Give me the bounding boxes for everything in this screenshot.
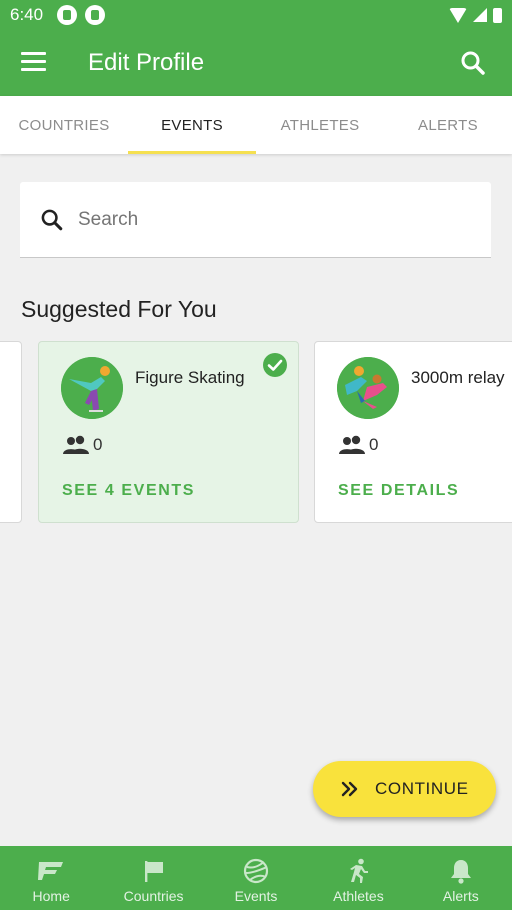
nav-countries-label: Countries <box>123 888 184 904</box>
nav-countries[interactable]: Countries <box>102 846 204 910</box>
app-notification-icon-2 <box>85 5 106 25</box>
page-title: Edit Profile <box>88 49 205 76</box>
status-bar: 6:40 <box>0 0 512 30</box>
nav-alerts-label: Alerts <box>442 888 479 904</box>
search-icon <box>41 209 63 230</box>
search-input[interactable] <box>78 208 458 231</box>
nav-alerts[interactable]: Alerts <box>410 846 512 910</box>
follower-count: 0 <box>337 434 378 456</box>
app-bar: Edit Profile <box>0 30 512 96</box>
speed-skating-icon <box>337 357 399 419</box>
wifi-icon <box>449 7 467 23</box>
double-chevron-right-icon <box>341 781 358 797</box>
figure-skating-icon <box>61 357 123 419</box>
continue-button[interactable]: CONTINUE <box>313 761 496 817</box>
app-notification-icon <box>57 5 78 25</box>
tab-countries[interactable]: COUNTRIES <box>0 96 128 154</box>
card-previous-partial[interactable] <box>0 341 22 523</box>
nav-events-label: Events <box>234 888 278 904</box>
bell-icon <box>450 860 471 884</box>
people-icon <box>63 435 89 454</box>
check-circle-icon <box>263 353 287 377</box>
tab-bar: COUNTRIES EVENTS ATHLETES ALERTS <box>0 96 512 154</box>
status-icons <box>449 7 502 23</box>
ball-icon <box>243 858 269 884</box>
event-card-figure-skating[interactable]: Figure Skating 0 SEE 4 EVENTS <box>38 341 299 523</box>
event-card-3000m-relay[interactable]: 3000m relay 0 SEE DETAILS <box>314 341 512 523</box>
nav-events[interactable]: Events <box>205 846 307 910</box>
nav-athletes-label: Athletes <box>333 888 384 904</box>
continue-label: CONTINUE <box>375 779 469 798</box>
nav-home[interactable]: Home <box>0 846 102 910</box>
see-events-button[interactable]: SEE 4 EVENTS <box>62 482 195 500</box>
tab-alerts[interactable]: ALERTS <box>384 96 512 154</box>
people-icon <box>339 435 365 454</box>
see-details-button[interactable]: SEE DETAILS <box>338 482 459 500</box>
search-field[interactable] <box>20 182 491 258</box>
flag-icon <box>144 861 163 882</box>
hamburger-menu-icon[interactable] <box>21 52 46 72</box>
nav-home-label: Home <box>32 888 70 904</box>
tab-athletes[interactable]: ATHLETES <box>256 96 384 154</box>
follower-count: 0 <box>61 434 102 456</box>
runner-icon <box>350 858 369 883</box>
follower-count-value: 0 <box>369 435 379 454</box>
bottom-navigation: Home Countries Events Athletes Alerts <box>0 846 512 910</box>
card-title: Figure Skating <box>135 368 245 387</box>
search-icon[interactable] <box>458 48 488 78</box>
nav-athletes[interactable]: Athletes <box>307 846 409 910</box>
signal-icon <box>473 8 487 22</box>
status-time: 6:40 <box>10 5 44 24</box>
section-title: Suggested For You <box>21 296 217 322</box>
home-logo-icon <box>38 862 64 880</box>
card-title: 3000m relay <box>411 368 505 387</box>
tab-events[interactable]: EVENTS <box>128 96 256 154</box>
follower-count-value: 0 <box>93 435 103 454</box>
battery-icon <box>493 7 502 23</box>
